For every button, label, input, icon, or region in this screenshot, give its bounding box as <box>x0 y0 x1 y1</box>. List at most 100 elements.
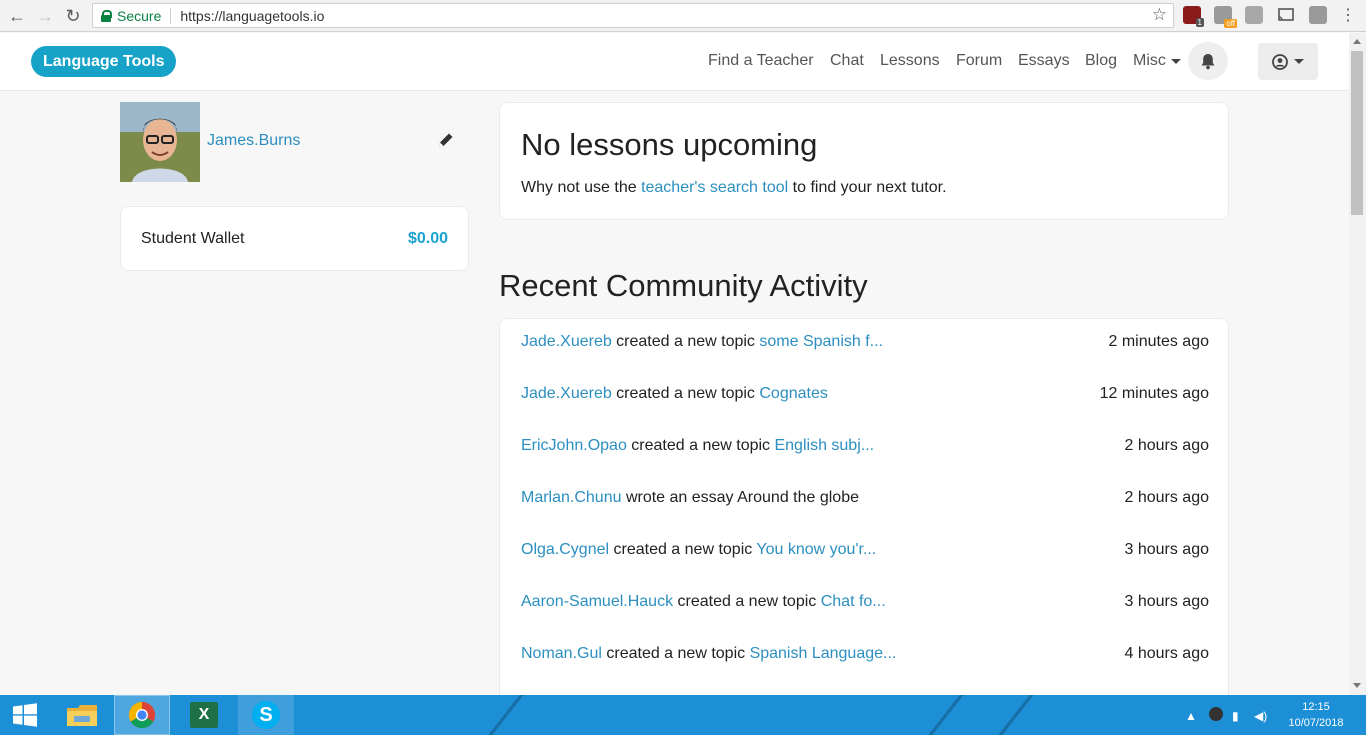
notifications-button[interactable] <box>1188 42 1228 80</box>
taskbar-decoration <box>472 695 532 735</box>
secure-label: Secure <box>117 7 162 24</box>
activity-user-link[interactable]: Marlan.Chunu <box>521 489 622 506</box>
windows-logo-icon <box>13 703 37 727</box>
activity-user-link[interactable]: Aaron-Samuel.Hauck <box>521 593 673 610</box>
forward-icon[interactable]: → <box>32 3 58 29</box>
activity-action: created a new topic <box>611 333 760 350</box>
start-button[interactable] <box>0 695 50 735</box>
nav-essays[interactable]: Essays <box>1018 52 1070 70</box>
scroll-thumb[interactable] <box>1351 51 1363 215</box>
lessons-title: No lessons upcoming <box>521 127 818 162</box>
wallet-amount: $0.00 <box>407 230 448 247</box>
user-menu-button[interactable] <box>1258 43 1318 80</box>
activity-action: created a new topic <box>611 385 760 402</box>
extension-off-badge: off <box>1224 19 1237 28</box>
page-scrollbar[interactable] <box>1349 33 1366 695</box>
taskbar-decoration <box>982 695 1042 735</box>
activity-topic-link[interactable]: You know you'r... <box>756 541 876 558</box>
activity-topic-link[interactable]: Cognates <box>759 385 828 402</box>
volume-icon[interactable]: ◀) <box>1254 709 1267 723</box>
taskbar-excel[interactable]: X <box>176 695 232 735</box>
battery-icon[interactable]: ▮ <box>1232 709 1239 723</box>
activity-action: wrote an essay <box>621 489 738 506</box>
profile-username-link[interactable]: James.Burns <box>207 132 300 150</box>
activity-timestamp: 2 hours ago <box>1124 489 1209 506</box>
taskbar-skype[interactable]: S <box>238 695 294 735</box>
wallet-label: Student Wallet <box>141 230 245 247</box>
activity-timestamp: 2 hours ago <box>1124 437 1209 454</box>
activity-user-link[interactable]: EricJohn.Opao <box>521 437 627 454</box>
tray-app-icon[interactable] <box>1209 707 1223 721</box>
lock-icon <box>101 9 112 22</box>
extension-icon[interactable] <box>1245 6 1263 24</box>
chevron-down-icon <box>1294 59 1304 64</box>
nav-chat[interactable]: Chat <box>830 52 864 70</box>
student-wallet-card: Student Wallet $0.00 <box>120 206 469 271</box>
taskbar-decoration <box>912 695 972 735</box>
activity-timestamp: 3 hours ago <box>1124 593 1209 610</box>
ublock-extension-icon[interactable]: 1 <box>1183 6 1204 27</box>
activity-topic-link[interactable]: Chat fo... <box>821 593 886 610</box>
taskbar-clock[interactable]: 12:15 10/07/2018 <box>1288 699 1344 731</box>
url-text[interactable]: https://languagetools.io <box>180 8 324 24</box>
activity-title: Recent Community Activity <box>499 268 868 303</box>
activity-action: created a new topic <box>609 541 757 558</box>
nav-forum[interactable]: Forum <box>956 52 1002 70</box>
skype-letter: S <box>259 703 273 726</box>
scroll-down-icon[interactable] <box>1353 683 1361 688</box>
extension-k-icon[interactable] <box>1309 6 1327 24</box>
activity-item: EricJohn.Opao created a new topic Englis… <box>521 437 1209 461</box>
activity-item: Olga.Cygnel created a new topic You know… <box>521 541 1209 565</box>
url-divider <box>170 7 172 24</box>
activity-topic-link[interactable]: some Spanish f... <box>759 333 883 350</box>
activity-item: Jade.Xuereb created a new topic some Spa… <box>521 333 1209 357</box>
activity-item: Noman.Gul created a new topic Spanish La… <box>521 645 1209 669</box>
taskbar-chrome[interactable] <box>114 695 170 735</box>
logo-button[interactable]: Language Tools <box>31 46 177 77</box>
extension-off-icon[interactable]: off <box>1214 6 1237 28</box>
cast-icon[interactable] <box>1277 6 1295 24</box>
nav-misc-dropdown[interactable]: Misc <box>1133 52 1181 70</box>
lessons-text-after: to find your next tutor. <box>788 179 947 196</box>
activity-user-link[interactable]: Olga.Cygnel <box>521 541 609 558</box>
nav-misc-label: Misc <box>1133 52 1166 69</box>
activity-item: Jade.Xuereb created a new topic Cognates… <box>521 385 1209 409</box>
address-bar[interactable]: Secure https://languagetools.io ☆ <box>92 3 1174 28</box>
clock-time: 12:15 <box>1302 701 1330 713</box>
activity-topic-link[interactable]: Spanish Language... <box>750 645 897 662</box>
nav-find-a-teacher[interactable]: Find a Teacher <box>708 52 814 70</box>
activity-action: created a new topic <box>626 437 775 454</box>
nav-lessons[interactable]: Lessons <box>880 52 940 70</box>
activity-timestamp: 3 hours ago <box>1124 541 1209 558</box>
activity-action: created a new topic <box>601 645 750 662</box>
activity-topic-link[interactable]: English subj... <box>774 437 874 454</box>
avatar[interactable] <box>120 102 200 182</box>
clock-date: 10/07/2018 <box>1288 717 1344 729</box>
chrome-menu-icon[interactable]: ⋮ <box>1339 6 1357 24</box>
nav-blog[interactable]: Blog <box>1085 52 1117 70</box>
teacher-search-link[interactable]: teacher's search tool <box>641 179 788 196</box>
bookmark-star-icon[interactable]: ☆ <box>1152 5 1167 25</box>
activity-user-link[interactable]: Jade.Xuereb <box>521 385 612 402</box>
scroll-up-icon[interactable] <box>1353 39 1361 44</box>
activity-user-link[interactable]: Noman.Gul <box>521 645 602 662</box>
taskbar-file-explorer[interactable] <box>54 695 110 735</box>
chrome-icon <box>128 701 156 729</box>
back-icon[interactable]: ← <box>4 3 30 29</box>
excel-icon: X <box>190 702 218 728</box>
windows-taskbar: X S ▲ ▮ ◀) 12:15 10/07/2018 <box>0 695 1366 735</box>
user-circle-icon <box>1272 53 1288 70</box>
activity-user-link[interactable]: Jade.Xuereb <box>521 333 612 350</box>
bell-icon <box>1201 53 1215 69</box>
activity-timestamp: 12 minutes ago <box>1099 385 1209 402</box>
activity-timestamp: 4 hours ago <box>1124 645 1209 662</box>
activity-essay-title: Around the globe <box>737 489 859 506</box>
excel-letter: X <box>198 706 210 723</box>
folder-icon <box>67 705 97 726</box>
site-header: Language Tools Find a Teacher Chat Lesso… <box>0 33 1349 91</box>
browser-toolbar: ← → ↻ Secure https://languagetools.io ☆ … <box>0 0 1366 32</box>
edit-pencil-icon[interactable] <box>436 130 456 150</box>
tray-expand-icon[interactable]: ▲ <box>1185 709 1197 723</box>
reload-icon[interactable]: ↻ <box>60 3 86 29</box>
lessons-card: No lessons upcoming Why not use the teac… <box>499 102 1229 220</box>
